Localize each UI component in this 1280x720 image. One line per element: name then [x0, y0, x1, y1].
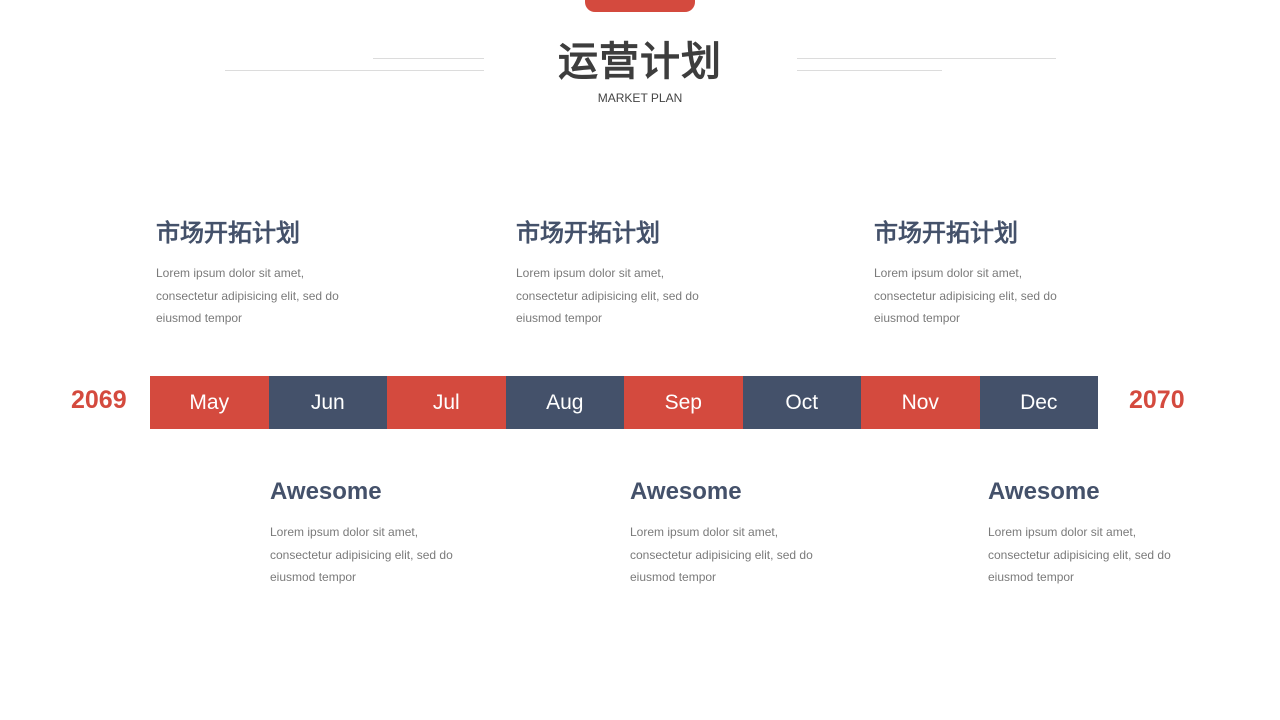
block-body-line: Lorem ipsum dolor sit amet, — [516, 266, 665, 280]
block-body-line: consectetur adipisicing elit, sed do — [270, 547, 453, 562]
block-heading: 市场开拓计划 — [874, 219, 1018, 247]
header-line-right-upper — [797, 58, 1056, 59]
block-body-line: consectetur adipisicing elit, sed do — [516, 288, 699, 303]
block-body: Lorem ipsum dolor sit amet, consectetur … — [270, 521, 500, 589]
block-body-line: consectetur adipisicing elit, sed do — [874, 288, 1057, 303]
block-body-line: eiusmod tempor — [874, 311, 961, 325]
block-body-line: Lorem ipsum dolor sit amet, — [988, 525, 1137, 539]
header-line-right-lower — [797, 70, 942, 71]
top-block-2: 市场开拓计划 Lorem ipsum dolor sit amet, conse… — [516, 218, 746, 330]
month-sep: Sep — [624, 376, 743, 429]
block-heading: Awesome — [988, 478, 1100, 505]
block-body-line: consectetur adipisicing elit, sed do — [988, 547, 1171, 562]
block-body: Lorem ipsum dolor sit amet, consectetur … — [516, 262, 746, 330]
block-body-line: eiusmod tempor — [516, 311, 603, 325]
block-body-line: consectetur adipisicing elit, sed do — [630, 547, 813, 562]
month-jun: Jun — [268, 376, 387, 429]
top-block-1: 市场开拓计划 Lorem ipsum dolor sit amet, conse… — [156, 218, 386, 330]
bottom-block-1: Awesome Lorem ipsum dolor sit amet, cons… — [270, 477, 500, 589]
month-nov: Nov — [861, 376, 980, 429]
block-body-line: Lorem ipsum dolor sit amet, — [630, 525, 779, 539]
block-heading: Awesome — [270, 478, 382, 505]
header-line-left-upper — [373, 58, 484, 59]
start-year: 2069 — [71, 386, 127, 414]
month-may: May — [150, 376, 269, 429]
block-heading: 市场开拓计划 — [156, 219, 300, 247]
block-body-line: eiusmod tempor — [156, 311, 243, 325]
block-body: Lorem ipsum dolor sit amet, consectetur … — [874, 262, 1104, 330]
block-heading: Awesome — [630, 478, 742, 505]
block-body: Lorem ipsum dolor sit amet, consectetur … — [988, 521, 1218, 589]
block-body-line: eiusmod tempor — [630, 570, 717, 584]
block-body: Lorem ipsum dolor sit amet, consectetur … — [630, 521, 860, 589]
block-body-line: eiusmod tempor — [988, 570, 1075, 584]
month-oct: Oct — [742, 376, 861, 429]
block-body-line: eiusmod tempor — [270, 570, 357, 584]
block-body-line: Lorem ipsum dolor sit amet, — [874, 266, 1023, 280]
top-block-3: 市场开拓计划 Lorem ipsum dolor sit amet, conse… — [874, 218, 1104, 330]
page-title: 运营计划 — [558, 39, 722, 85]
month-dec: Dec — [979, 376, 1098, 429]
block-heading: 市场开拓计划 — [516, 219, 660, 247]
month-aug: Aug — [505, 376, 624, 429]
bottom-block-2: Awesome Lorem ipsum dolor sit amet, cons… — [630, 477, 860, 589]
block-body: Lorem ipsum dolor sit amet, consectetur … — [156, 262, 386, 330]
month-jul: Jul — [387, 376, 506, 429]
end-year: 2070 — [1129, 386, 1185, 414]
month-timeline: May Jun Jul Aug Sep Oct Nov Dec — [150, 376, 1098, 429]
header-line-left-lower — [225, 70, 484, 71]
page-subtitle: MARKET PLAN — [597, 91, 683, 105]
block-body-line: consectetur adipisicing elit, sed do — [156, 288, 339, 303]
block-body-line: Lorem ipsum dolor sit amet, — [156, 266, 305, 280]
bottom-block-3: Awesome Lorem ipsum dolor sit amet, cons… — [988, 477, 1218, 589]
header-tab-decoration — [585, 0, 695, 12]
block-body-line: Lorem ipsum dolor sit amet, — [270, 525, 419, 539]
